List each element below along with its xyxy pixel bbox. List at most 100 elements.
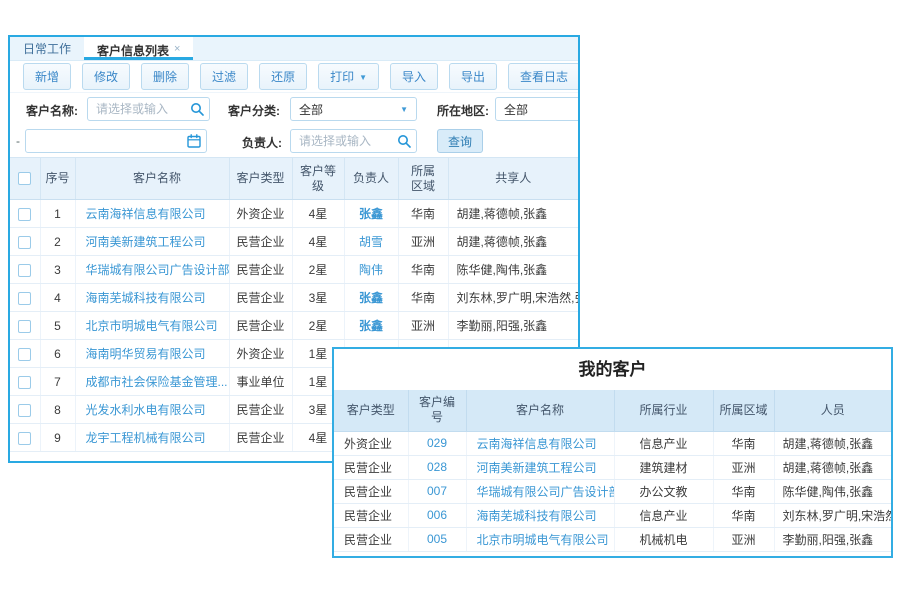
customer-name-link[interactable]: 海南明华贸易有限公司 <box>86 347 206 361</box>
table-header-row: 序号 客户名称 客户类型 客户等 级 负责人 所属 区域 共享人 <box>10 158 578 200</box>
header-name: 客户名称 <box>466 390 614 431</box>
row-checkbox[interactable] <box>18 320 31 333</box>
cell-type: 外资企业 <box>229 200 292 228</box>
customer-name-link[interactable]: 云南海祥信息有限公司 <box>86 207 206 221</box>
customer-name-link[interactable]: 成都市社会保险基金管理... <box>86 375 228 389</box>
row-checkbox[interactable] <box>18 432 31 445</box>
row-checkbox[interactable] <box>18 264 31 277</box>
customer-code-link[interactable]: 005 <box>427 532 447 546</box>
search-icon[interactable] <box>397 134 411 148</box>
calendar-icon[interactable] <box>187 134 201 148</box>
toolbar-button-import[interactable]: 导入 <box>390 63 438 90</box>
table-row: 5 北京市明城电气有限公司 民营企业 2星 张鑫 亚洲 李勤丽,阳强,张鑫 <box>10 312 578 340</box>
cell-type: 民营企业 <box>229 312 292 340</box>
owner-link[interactable]: 胡雪 <box>359 235 383 249</box>
table-row: 民营企业 006 海南芜城科技有限公司 信息产业 华南 刘东林,罗广明,宋浩然,… <box>334 503 891 527</box>
cell-staff: 刘东林,罗广明,宋浩然,... <box>774 503 891 527</box>
table-row: 2 河南美新建筑工程公司 民营企业 4星 胡雪 亚洲 胡建,蒋德帧,张鑫 <box>10 228 578 256</box>
select-all-checkbox[interactable] <box>18 172 31 185</box>
toolbar-button-view-log[interactable]: 查看日志 <box>508 63 580 90</box>
customer-name-link[interactable]: 华瑞城有限公司广告设计部 <box>86 263 230 277</box>
cell-type: 外资企业 <box>334 431 408 455</box>
customer-name-link[interactable]: 北京市明城电气有限公司 <box>86 319 218 333</box>
customer-code-link[interactable]: 029 <box>427 436 447 450</box>
customer-name-link[interactable]: 海南芜城科技有限公司 <box>86 291 206 305</box>
region-input[interactable] <box>495 97 580 121</box>
cell-shared: 李勤丽,阳强,张鑫 <box>448 312 578 340</box>
owner-link[interactable]: 张鑫 <box>359 319 383 333</box>
tab-label: 客户信息列表 <box>97 44 169 58</box>
row-checkbox[interactable] <box>18 292 31 305</box>
cell-no: 7 <box>40 368 75 396</box>
cell-no: 1 <box>40 200 75 228</box>
customer-name-link[interactable]: 光发水利水电有限公司 <box>86 403 206 417</box>
cell-region: 华南 <box>398 284 448 312</box>
header-region: 所属 区域 <box>398 158 448 200</box>
toolbar-button-add[interactable]: 新增 <box>23 63 71 90</box>
date-range-dash: - <box>16 134 20 148</box>
panel-title: 我的客户 <box>334 349 891 390</box>
cell-no: 3 <box>40 256 75 284</box>
table-row: 外资企业 029 云南海祥信息有限公司 信息产业 华南 胡建,蒋德帧,张鑫 <box>334 431 891 455</box>
search-icon[interactable] <box>190 102 204 116</box>
customer-name-link[interactable]: 北京市明城电气有限公司 <box>477 533 609 547</box>
owner-link[interactable]: 张鑫 <box>359 207 383 221</box>
row-checkbox[interactable] <box>18 376 31 389</box>
cell-staff: 胡建,蒋德帧,张鑫 <box>774 455 891 479</box>
header-type: 客户类型 <box>334 390 408 431</box>
row-checkbox[interactable] <box>18 236 31 249</box>
cell-region: 亚洲 <box>398 312 448 340</box>
row-checkbox[interactable] <box>18 348 31 361</box>
chevron-down-icon: ▼ <box>359 73 367 82</box>
toolbar-button-print[interactable]: 打印▼ <box>318 63 379 90</box>
cell-region: 华南 <box>713 431 774 455</box>
customer-name-link[interactable]: 河南美新建筑工程公司 <box>477 461 597 475</box>
customer-name-link[interactable]: 华瑞城有限公司广告设计部 <box>477 485 615 499</box>
owner-link[interactable]: 张鑫 <box>359 291 383 305</box>
toolbar-button-export[interactable]: 导出 <box>449 63 497 90</box>
header-region: 所属区域 <box>713 390 774 431</box>
tab-daily-work[interactable]: 日常工作 <box>10 37 84 60</box>
header-owner: 负责人 <box>344 158 398 200</box>
customer-category-select[interactable]: 全部 ▼ <box>290 97 417 121</box>
cell-no: 6 <box>40 340 75 368</box>
header-code: 客户编 号 <box>408 390 466 431</box>
owner-link[interactable]: 陶伟 <box>359 263 383 277</box>
customer-name-link[interactable]: 河南美新建筑工程公司 <box>86 235 206 249</box>
table-row: 3 华瑞城有限公司广告设计部 民营企业 2星 陶伟 华南 陈华健,陶伟,张鑫 <box>10 256 578 284</box>
toolbar-button-filter[interactable]: 过滤 <box>200 63 248 90</box>
cell-industry: 办公文教 <box>614 479 713 503</box>
date-field-wrap <box>25 129 207 153</box>
query-button[interactable]: 查询 <box>437 129 483 153</box>
customer-name-link[interactable]: 海南芜城科技有限公司 <box>477 509 597 523</box>
cell-shared: 刘东林,罗广明,宋浩然,张鑫 <box>448 284 578 312</box>
selected-value: 全部 <box>299 101 400 118</box>
close-icon[interactable]: × <box>174 43 180 55</box>
table-row: 民营企业 005 北京市明城电气有限公司 机械机电 亚洲 李勤丽,阳强,张鑫 <box>334 527 891 551</box>
my-customers-panel: 我的客户 客户类型 客户编 号 客户名称 所属行业 所属区域 人员 外资企业 0… <box>332 347 893 558</box>
toolbar-button-edit[interactable]: 修改 <box>82 63 130 90</box>
table-row: 4 海南芜城科技有限公司 民营企业 3星 张鑫 华南 刘东林,罗广明,宋浩然,张… <box>10 284 578 312</box>
cell-type: 民营企业 <box>334 503 408 527</box>
cell-industry: 建筑建材 <box>614 455 713 479</box>
customer-name-link[interactable]: 龙宇工程机械有限公司 <box>86 431 206 445</box>
cell-region: 华南 <box>713 479 774 503</box>
customer-code-link[interactable]: 007 <box>427 484 447 498</box>
header-checkbox-cell <box>10 158 40 200</box>
customer-code-link[interactable]: 028 <box>427 460 447 474</box>
cell-staff: 胡建,蒋德帧,张鑫 <box>774 431 891 455</box>
row-checkbox[interactable] <box>18 208 31 221</box>
row-checkbox[interactable] <box>18 404 31 417</box>
toolbar-button-restore[interactable]: 还原 <box>259 63 307 90</box>
customer-code-link[interactable]: 006 <box>427 508 447 522</box>
toolbar-button-delete[interactable]: 删除 <box>141 63 189 90</box>
cell-no: 4 <box>40 284 75 312</box>
header-industry: 所属行业 <box>614 390 713 431</box>
cell-staff: 李勤丽,阳强,张鑫 <box>774 527 891 551</box>
region-field-wrap <box>495 97 580 121</box>
customer-name-link[interactable]: 云南海祥信息有限公司 <box>477 437 597 451</box>
date-input[interactable] <box>25 129 207 153</box>
cell-type: 民营企业 <box>229 396 292 424</box>
tab-customer-info-list[interactable]: 客户信息列表 × <box>84 37 193 60</box>
tab-label: 日常工作 <box>23 42 71 56</box>
